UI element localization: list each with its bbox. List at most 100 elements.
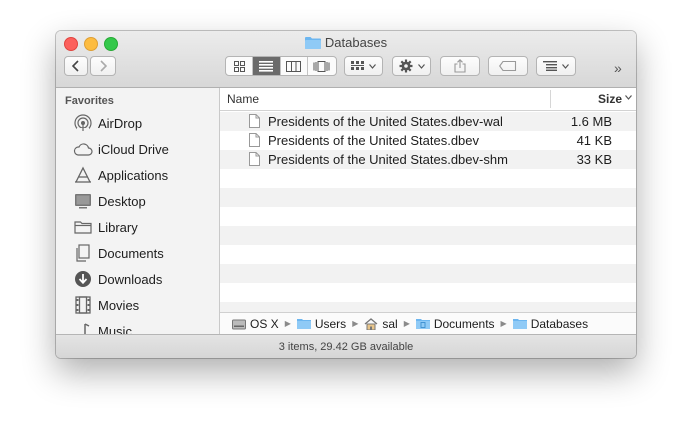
sidebar-item-movies[interactable]: Movies	[56, 293, 219, 317]
path-separator-icon: ▶	[352, 319, 359, 328]
sort-list-icon	[543, 61, 557, 71]
document-icon	[249, 133, 260, 150]
empty-row	[220, 226, 636, 245]
sidebar-item-icloud-drive[interactable]: iCloud Drive	[56, 137, 219, 161]
list-view-icon	[259, 60, 274, 72]
desktop-icon	[73, 191, 93, 211]
movies-icon	[73, 295, 93, 315]
folder-icon	[296, 318, 311, 329]
path-crumb-os-x[interactable]: OS X	[232, 317, 279, 331]
cover-flow-view-button[interactable]	[308, 57, 336, 75]
path-crumb-documents[interactable]: Documents	[415, 316, 495, 331]
name-column-header[interactable]: Name	[227, 92, 259, 106]
applications-icon	[73, 165, 93, 185]
gear-icon	[399, 59, 412, 73]
forward-button[interactable]	[90, 56, 116, 76]
file-name: Presidents of the United States.dbev	[268, 133, 480, 148]
arrange-button[interactable]	[344, 56, 383, 76]
sort-button[interactable]	[536, 56, 576, 76]
status-bar: 3 items, 29.42 GB available	[56, 334, 636, 358]
column-view-button[interactable]	[281, 57, 308, 75]
back-button[interactable]	[64, 56, 88, 76]
sidebar-item-label: Documents	[98, 245, 164, 261]
sidebar-item-label: Library	[98, 219, 138, 235]
airdrop-icon	[73, 113, 93, 133]
arrange-icon	[351, 61, 364, 70]
path-separator-icon: ▶	[500, 319, 507, 328]
icon-view-button[interactable]	[226, 57, 254, 75]
title-toolbar: Databases »	[56, 31, 636, 88]
file-name: Presidents of the United States.dbev-wal	[268, 114, 503, 129]
sidebar-item-label: iCloud Drive	[98, 141, 169, 157]
cover-flow-icon	[313, 60, 330, 72]
sidebar-item-downloads[interactable]: Downloads	[56, 267, 219, 291]
documents-icon	[73, 243, 93, 263]
document-icon	[249, 152, 260, 169]
documents-folder-icon	[415, 318, 430, 329]
share-icon	[454, 59, 466, 73]
empty-row	[220, 169, 636, 188]
file-row[interactable]: Presidents of the United States.dbev 41 …	[220, 131, 636, 150]
column-divider[interactable]	[550, 90, 551, 108]
sidebar-item-music[interactable]: Music	[56, 319, 219, 334]
column-view-icon	[286, 60, 302, 72]
chevron-down-icon	[417, 63, 425, 69]
window-title: Databases	[56, 35, 636, 52]
music-icon	[73, 321, 93, 334]
path-crumb-label: Users	[314, 316, 347, 331]
hard-drive-icon	[232, 318, 246, 330]
empty-row	[220, 188, 636, 207]
document-icon	[249, 114, 260, 131]
file-size: 41 KB	[576, 133, 612, 148]
sidebar-item-label: Applications	[98, 167, 169, 183]
path-crumb-label: Databases	[530, 316, 589, 331]
chevron-left-icon	[72, 60, 79, 72]
sidebar-item-documents[interactable]: Documents	[56, 241, 219, 265]
size-column-header[interactable]: Size	[598, 92, 622, 106]
list-view-button[interactable]	[253, 57, 281, 75]
empty-row	[220, 302, 636, 312]
toolbar-overflow-button[interactable]: »	[614, 60, 622, 76]
path-crumb-label: sal	[382, 316, 398, 331]
chevron-down-icon	[562, 63, 569, 69]
empty-row	[220, 264, 636, 283]
sidebar-heading: Favorites	[65, 95, 114, 107]
empty-row	[220, 283, 636, 302]
chevron-right-icon	[100, 60, 107, 72]
path-crumb-users[interactable]: Users	[296, 316, 347, 331]
sidebar-item-label: Movies	[98, 297, 140, 313]
file-name: Presidents of the United States.dbev-shm	[268, 152, 508, 167]
folder-icon	[73, 217, 93, 237]
sidebar-item-applications[interactable]: Applications	[56, 163, 219, 187]
path-crumb-label: OS X	[250, 316, 279, 331]
folder-icon	[304, 36, 321, 52]
path-crumb-label: Documents	[433, 316, 495, 331]
action-button[interactable]	[392, 56, 431, 76]
sidebar-item-label: Music	[98, 323, 132, 335]
downloads-icon	[73, 269, 93, 289]
empty-row	[220, 245, 636, 264]
sidebar-item-label: Desktop	[98, 193, 146, 209]
sidebar-item-library[interactable]: Library	[56, 215, 219, 239]
sidebar-item-desktop[interactable]: Desktop	[56, 189, 219, 213]
home-icon	[364, 317, 378, 330]
finder-window: Databases » Favorites AirDrop iCloud Dri…	[56, 31, 636, 358]
chevron-down-icon	[369, 63, 376, 69]
folder-icon	[512, 318, 527, 329]
list-header: Name Size	[220, 88, 636, 111]
cloud-icon	[73, 139, 93, 159]
file-size: 33 KB	[576, 152, 612, 167]
file-size: 1.6 MB	[570, 114, 612, 129]
sidebar-item-label: Downloads	[98, 271, 163, 287]
path-separator-icon: ▶	[284, 319, 291, 328]
file-row[interactable]: Presidents of the United States.dbev-wal…	[220, 112, 636, 131]
sidebar-item-airdrop[interactable]: AirDrop	[56, 111, 219, 135]
path-crumb-databases[interactable]: Databases	[512, 316, 589, 331]
path-separator-icon: ▶	[403, 319, 410, 328]
file-row[interactable]: Presidents of the United States.dbev-shm…	[220, 150, 636, 169]
tag-icon	[499, 61, 517, 71]
path-crumb-sal[interactable]: sal	[364, 316, 398, 331]
share-button[interactable]	[440, 56, 480, 76]
icon-view-icon	[233, 60, 245, 72]
tags-button[interactable]	[488, 56, 528, 76]
